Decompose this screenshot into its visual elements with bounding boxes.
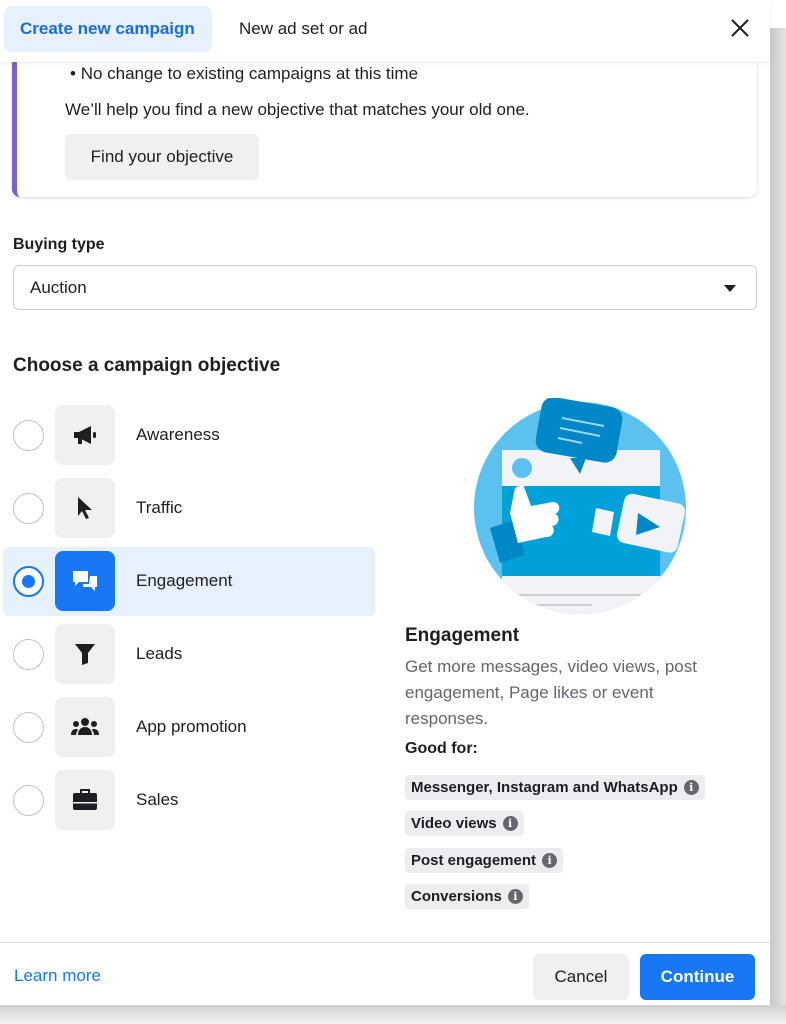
cancel-button[interactable]: Cancel <box>533 954 629 1000</box>
objective-option-sales[interactable]: Sales <box>3 766 375 835</box>
objective-option-awareness[interactable]: Awareness <box>3 401 375 470</box>
chip-label: Conversions <box>411 888 502 905</box>
objective-option-engagement[interactable]: Engagement <box>3 547 375 616</box>
radio-selected[interactable] <box>13 566 44 597</box>
dialog-header: Create new campaign New ad set or ad <box>0 0 770 62</box>
notice-help-text: We’ll help you find a new objective that… <box>65 100 530 119</box>
buying-type-value: Auction <box>30 278 87 297</box>
option-label: Sales <box>136 790 179 809</box>
radio[interactable] <box>13 639 44 670</box>
option-label: App promotion <box>136 717 247 736</box>
continue-button[interactable]: Continue <box>640 954 755 1000</box>
info-icon[interactable]: i <box>507 889 523 904</box>
learn-more-link[interactable]: Learn more <box>14 966 101 986</box>
objective-option-leads[interactable]: Leads <box>3 620 375 689</box>
caret-down-icon <box>724 285 736 292</box>
funnel-icon <box>55 624 115 684</box>
good-for-chip: Messenger, Instagram and WhatsApp i <box>405 775 705 800</box>
window-shadow <box>770 28 786 1024</box>
briefcase-icon <box>55 770 115 830</box>
engagement-illustration <box>474 398 686 614</box>
option-label: Awareness <box>136 425 220 444</box>
find-your-objective-button[interactable]: Find your objective <box>65 134 259 180</box>
chat-bubbles-icon <box>55 551 115 611</box>
radio[interactable] <box>13 712 44 743</box>
info-icon[interactable]: i <box>502 816 518 831</box>
radio[interactable] <box>13 420 44 451</box>
notice-bullet-text: No change to existing campaigns at this … <box>80 64 419 83</box>
notice-bullet: • No change to existing campaigns at thi… <box>70 64 419 83</box>
radio[interactable] <box>13 785 44 816</box>
buying-type-label: Buying type <box>13 236 105 253</box>
objective-option-app-promotion[interactable]: App promotion <box>3 693 375 762</box>
option-label: Traffic <box>136 498 183 517</box>
good-for-label: Good for: <box>405 740 478 757</box>
megaphone-icon <box>55 405 115 465</box>
close-icon[interactable] <box>728 16 752 40</box>
cursor-icon <box>55 478 115 538</box>
create-campaign-dialog: Create new campaign New ad set or ad • N… <box>0 0 770 1005</box>
window-shadow-bottom <box>0 1005 786 1024</box>
footer-divider <box>0 942 770 943</box>
good-for-chip: Post engagement i <box>405 848 564 873</box>
option-label: Engagement <box>136 571 233 590</box>
radio[interactable] <box>13 493 44 524</box>
people-icon <box>55 697 115 757</box>
option-label: Leads <box>136 644 183 663</box>
buying-type-select[interactable]: Auction <box>13 265 757 310</box>
objective-detail-description: Get more messages, video views, post eng… <box>405 657 697 728</box>
good-for-chip: Conversions i <box>405 884 529 909</box>
good-for-chip: Video views i <box>405 811 524 836</box>
info-icon[interactable]: i <box>683 780 699 795</box>
objective-detail-title: Engagement <box>405 625 520 646</box>
chip-label: Messenger, Instagram and WhatsApp <box>411 779 678 796</box>
chip-label: Video views <box>411 815 497 832</box>
tab-create-new-campaign[interactable]: Create new campaign <box>4 6 212 52</box>
objective-option-traffic[interactable]: Traffic <box>3 474 375 543</box>
info-icon[interactable]: i <box>542 853 558 868</box>
tab-new-ad-set-or-ad[interactable]: New ad set or ad <box>223 6 384 52</box>
chip-label: Post engagement <box>411 852 537 869</box>
objective-heading: Choose a campaign objective <box>13 355 281 376</box>
